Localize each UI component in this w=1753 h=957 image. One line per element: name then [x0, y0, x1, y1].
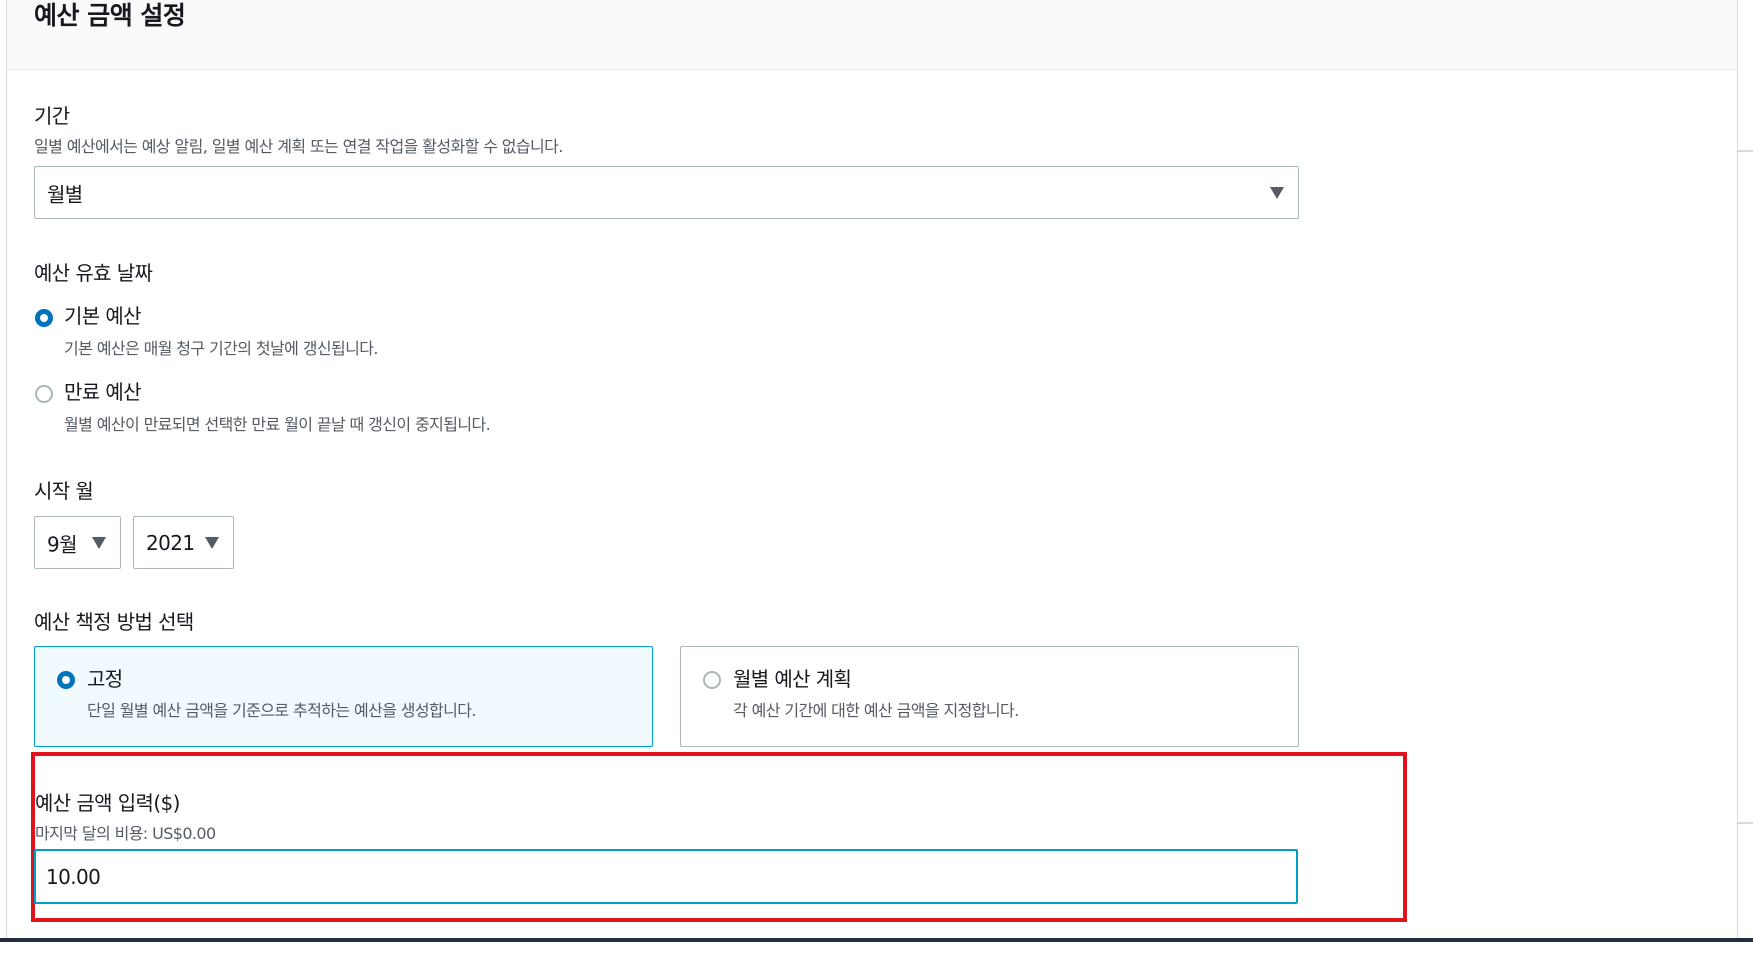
fixed-method-label: 고정 [87, 667, 123, 691]
period-select-value: 월별 [47, 182, 83, 206]
amount-hint: 마지막 달의 비용: US$0.00 [35, 824, 216, 843]
start-month-value: 9월 [47, 532, 78, 556]
standard-budget-label: 기본 예산 [64, 304, 142, 328]
start-month-select[interactable]: 9월 [34, 516, 121, 569]
panel-header: 예산 금액 설정 [7, 0, 1737, 70]
bottom-border [0, 938, 1753, 942]
chevron-down-icon [92, 536, 106, 549]
amount-label: 예산 금액 입력($) [35, 791, 180, 815]
expiring-budget-description: 월별 예산이 만료되면 선택한 만료 월이 끝날 때 갱신이 중지됩니다. [64, 415, 491, 434]
chevron-down-icon [205, 536, 219, 549]
start-year-select[interactable]: 2021 [133, 516, 234, 569]
fixed-method-radio[interactable] [57, 671, 75, 689]
scroll-marker [1737, 150, 1753, 152]
panel-title: 예산 금액 설정 [34, 1, 186, 30]
period-description: 일별 예산에서는 예상 알림, 일별 예산 계획 또는 연결 작업을 활성화할 … [34, 137, 563, 156]
fixed-method-description: 단일 월별 예산 금액을 기준으로 추적하는 예산을 생성합니다. [87, 701, 476, 720]
scroll-marker [1737, 822, 1753, 824]
planned-method-label: 월별 예산 계획 [733, 667, 852, 691]
period-select[interactable]: 월별 [34, 166, 1299, 219]
period-label: 기간 [34, 104, 70, 128]
budget-amount-input[interactable] [34, 849, 1298, 904]
method-label: 예산 책정 방법 선택 [34, 610, 194, 634]
start-month-label: 시작 월 [34, 479, 94, 503]
expiring-budget-label: 만료 예산 [64, 380, 142, 404]
planned-method-tile[interactable]: 월별 예산 계획 각 예산 기간에 대한 예산 금액을 지정합니다. [680, 646, 1299, 747]
standard-budget-radio[interactable] [35, 309, 53, 327]
planned-method-radio[interactable] [703, 671, 721, 689]
planned-method-description: 각 예산 기간에 대한 예산 금액을 지정합니다. [733, 701, 1019, 720]
renewal-label: 예산 유효 날짜 [34, 261, 153, 285]
expiring-budget-radio[interactable] [35, 385, 53, 403]
chevron-down-icon [1270, 186, 1284, 199]
standard-budget-description: 기본 예산은 매월 청구 기간의 첫날에 갱신됩니다. [64, 339, 378, 358]
start-year-value: 2021 [146, 530, 195, 555]
fixed-method-tile[interactable]: 고정 단일 월별 예산 금액을 기준으로 추적하는 예산을 생성합니다. [34, 646, 653, 747]
